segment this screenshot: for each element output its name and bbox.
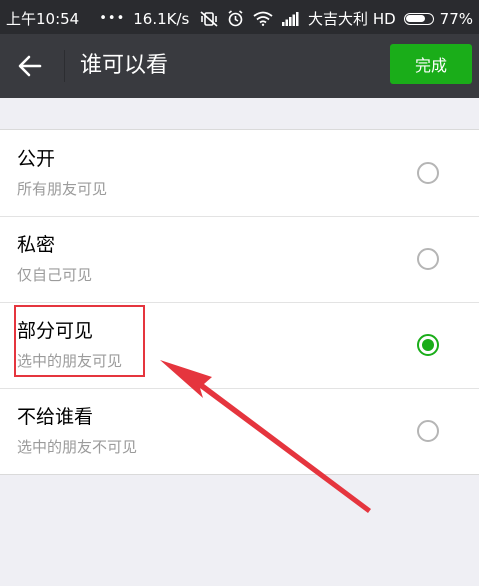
option-subtitle: 选中的朋友不可见	[17, 438, 138, 456]
battery-icon	[403, 12, 434, 25]
status-bar: 上午10:54 ••• 16.1K/s 大吉大利 HD 77%	[0, 0, 479, 34]
option-subtitle: 仅自己可见	[17, 266, 93, 284]
option-title: 公开	[17, 148, 56, 170]
arrow-left-icon	[18, 55, 42, 77]
toolbar-divider	[64, 50, 65, 82]
network-speed: 16.1K/s	[133, 9, 190, 28]
status-time: 上午10:54	[6, 10, 80, 28]
back-button[interactable]	[10, 48, 50, 84]
wifi-icon	[253, 11, 273, 26]
signal-icon	[282, 11, 299, 26]
battery-percent: 77%	[439, 9, 473, 28]
radio-button[interactable]	[417, 248, 439, 270]
option-private[interactable]: 私密 仅自己可见	[0, 216, 479, 302]
status-bar-left: 上午10:54 ••• 16.1K/s	[6, 8, 189, 29]
notification-dots: •••	[99, 11, 126, 26]
vibrate-off-icon	[200, 10, 218, 27]
status-bar-right: 大吉大利 HD 77%	[200, 8, 473, 29]
option-hide-from[interactable]: 不给谁看 选中的朋友不可见	[0, 388, 479, 474]
radio-button[interactable]	[417, 162, 439, 184]
radio-button[interactable]	[417, 420, 439, 442]
option-title: 私密	[17, 234, 56, 256]
carrier-name: 大吉大利 HD	[308, 10, 396, 28]
alarm-icon	[227, 10, 244, 27]
done-button[interactable]: 完成	[390, 44, 472, 84]
page-title: 谁可以看	[80, 53, 169, 78]
visibility-options-list: 公开 所有朋友可见 私密 仅自己可见 部分可见 选中的朋友可见 不给谁看 选中的…	[0, 129, 479, 475]
radio-button[interactable]	[417, 334, 439, 356]
option-title: 不给谁看	[17, 406, 94, 428]
toolbar: 谁可以看 完成	[0, 34, 479, 98]
option-public[interactable]: 公开 所有朋友可见	[0, 130, 479, 216]
battery-level	[406, 15, 425, 22]
option-subtitle: 所有朋友可见	[17, 180, 108, 198]
option-partially-visible[interactable]: 部分可见 选中的朋友可见	[0, 302, 479, 388]
option-title: 部分可见	[17, 320, 94, 342]
option-subtitle: 选中的朋友可见	[17, 352, 123, 370]
